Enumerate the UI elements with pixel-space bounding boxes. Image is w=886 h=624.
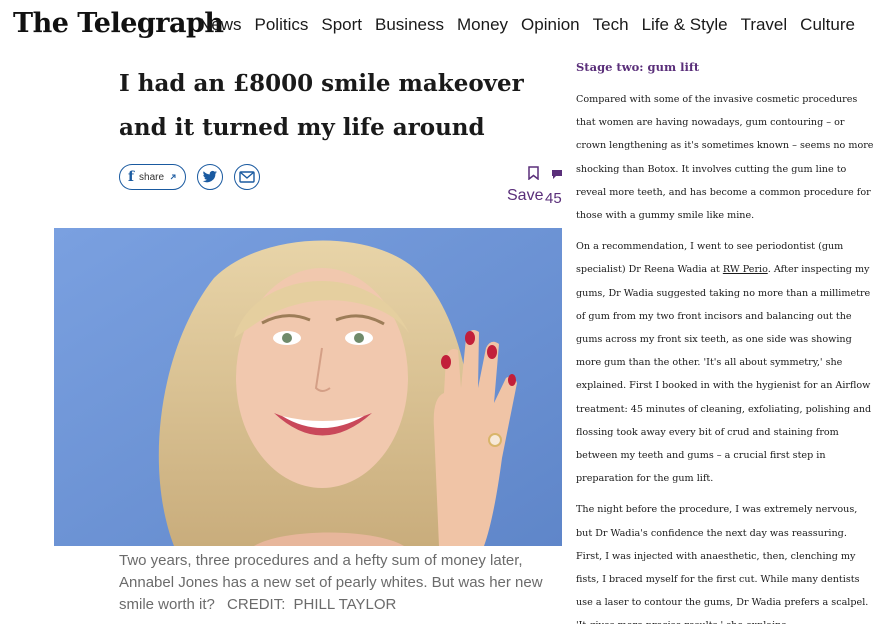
image-caption: Two years, three procedures and a hefty … — [119, 550, 549, 616]
nav-business[interactable]: Business — [375, 15, 444, 35]
nav-news[interactable]: News — [199, 15, 242, 35]
external-arrow-icon — [170, 174, 176, 180]
masthead: The Telegraph News Politics Sport Busine… — [0, 0, 886, 52]
twitter-icon — [202, 170, 218, 183]
paragraph-1: Compared with some of the invasive cosme… — [576, 94, 874, 222]
main-nav: News Politics Sport Business Money Opini… — [199, 15, 868, 35]
facebook-share-button[interactable]: f share — [119, 164, 187, 190]
credit-name: PHILL TAYLOR — [293, 596, 397, 613]
email-share-button[interactable] — [234, 164, 261, 190]
telegraph-logo[interactable]: The Telegraph — [13, 8, 224, 39]
comment-icon[interactable] — [551, 169, 563, 180]
save-and-comments: Save 45 — [506, 164, 566, 210]
nav-money[interactable]: Money — [457, 15, 508, 35]
nav-tech[interactable]: Tech — [593, 15, 629, 35]
paragraph-3: The night before the procedure, I was ex… — [576, 504, 869, 624]
nav-politics[interactable]: Politics — [255, 15, 309, 35]
paragraph-2-end: . After inspecting my gums, Dr Wadia sug… — [576, 264, 872, 485]
envelope-icon — [239, 171, 255, 183]
nav-life-style[interactable]: Life & Style — [642, 15, 728, 35]
portrait-illustration — [54, 228, 562, 546]
rw-perio-link[interactable]: RW Perio — [723, 264, 768, 275]
twitter-share-button[interactable] — [197, 164, 224, 190]
nav-sport[interactable]: Sport — [321, 15, 362, 35]
article-headline: I had an £8000 smile makeover and it tur… — [119, 70, 524, 141]
paragraph-2: On a recommendation, I went to see perio… — [576, 235, 876, 490]
bookmark-icon[interactable] — [528, 166, 539, 180]
comment-count[interactable]: 45 — [545, 190, 562, 207]
nav-culture[interactable]: Culture — [800, 15, 855, 35]
nav-travel[interactable]: Travel — [741, 15, 788, 35]
section-subhead: Stage two: gum lift — [576, 60, 700, 74]
facebook-icon: f — [128, 169, 135, 185]
hero-image — [54, 228, 562, 546]
save-button[interactable]: Save — [507, 187, 543, 205]
facebook-share-label: share — [139, 171, 165, 183]
article-body: Stage two: gum lift Compared with some o… — [576, 60, 876, 624]
share-bar: f share — [119, 164, 261, 190]
credit-label: CREDIT: — [227, 596, 286, 613]
nav-opinion[interactable]: Opinion — [521, 15, 580, 35]
